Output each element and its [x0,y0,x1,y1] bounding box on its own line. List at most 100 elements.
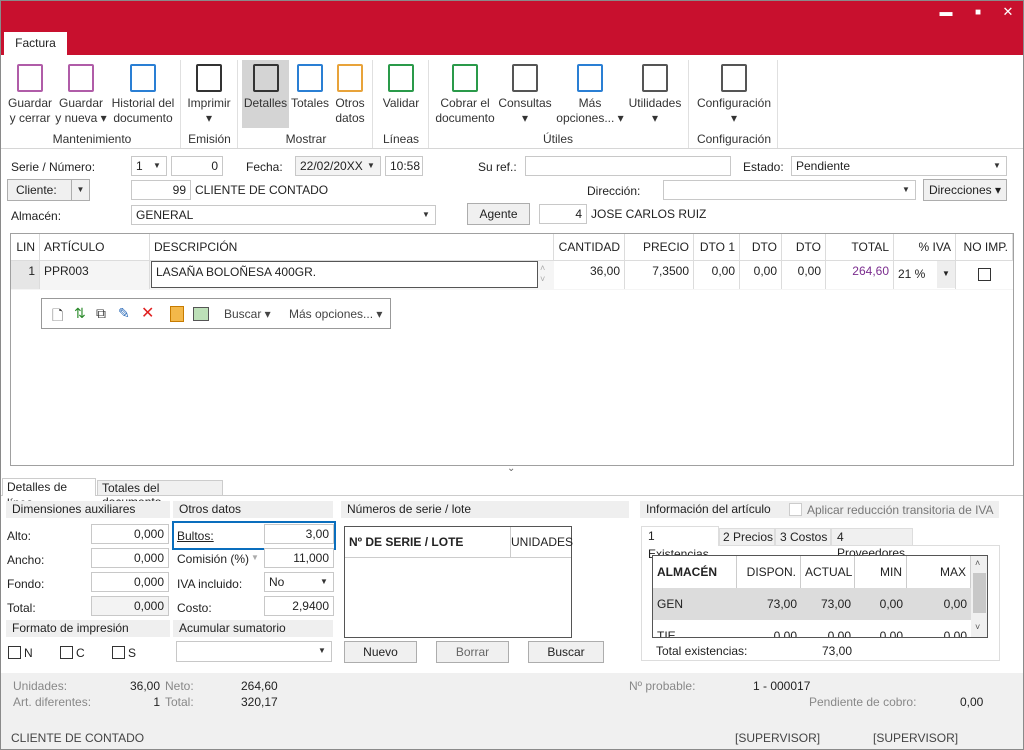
existencias-cell[interactable]: 73,00 [801,588,855,620]
maximize-button[interactable]: ■ [968,7,988,18]
alto-input[interactable]: 0,000 [91,524,169,544]
save-new-button[interactable]: Guardar y nueva ▾ [55,60,107,126]
hora-input[interactable]: 10:58 [385,156,423,176]
utilities-button[interactable]: Utilidades ▾ [626,60,684,126]
collapse-chevron-icon[interactable]: ⌄ [507,463,515,474]
cell-lin[interactable]: 1 [11,261,40,289]
tab-precios[interactable]: 2 Precios [719,528,775,546]
more-options-button[interactable]: Más opciones... ▾ [556,60,624,126]
col-header[interactable]: LIN [11,234,40,261]
fondo-input[interactable]: 0,000 [91,572,169,592]
other-data-button[interactable]: Otros datos [331,60,369,126]
suref-input[interactable] [525,156,731,176]
spinner-icon[interactable]: ˄ ˅ [540,263,545,285]
settings-button[interactable]: Configuración ▾ [694,60,774,126]
mas-opciones-dropdown[interactable]: Más opciones... ▾ [289,307,382,321]
borrar-button[interactable]: Borrar [436,641,509,663]
almacen-select[interactable]: GENERAL ▼ [131,205,436,225]
minimize-button[interactable]: ▬ [936,4,956,19]
col-header[interactable]: DTO 2 [740,234,782,281]
existencias-col-header[interactable]: ALMACÉN [653,556,737,588]
col-header[interactable]: PRECIO [625,234,694,261]
cell-descripcion[interactable]: LASAÑA BOLOÑESA 400GR. [151,261,538,288]
queries-button[interactable]: Consultas ▾ [498,60,552,126]
history-button[interactable]: Historial del documento [108,60,178,126]
numero-input[interactable]: 0 [171,156,223,176]
tab-proveedores[interactable]: 4 Proveedores [831,528,913,560]
estado-select[interactable]: Pendiente ▼ [791,156,1007,176]
nuevo-button[interactable]: Nuevo [344,641,417,663]
delete-icon[interactable]: ✕ [141,303,154,323]
agente-button[interactable]: Agente [467,203,530,225]
existencias-cell[interactable]: 0,00 [855,588,907,620]
cell-cantidad[interactable]: 36,00 [554,261,625,289]
notes-icon[interactable] [170,306,184,322]
insert-line-icon[interactable]: ⇅ [74,305,86,322]
cell-noimp[interactable] [956,261,1013,289]
existencias-col-header[interactable]: DISPON. [737,556,801,588]
totals-button[interactable]: Totales [290,60,330,111]
existencias-cell[interactable]: 0,00 [907,620,971,637]
tab-totales-documento[interactable]: Totales del documento [97,480,223,509]
scrollbar-thumb[interactable] [973,573,986,613]
comision-dropdown[interactable]: ▼ [251,553,259,562]
existencias-cell[interactable]: TIE [653,620,737,637]
fecha-input[interactable]: 22/02/20XX ▼ [295,156,381,176]
scrollbar[interactable]: ˄ ˅ [971,556,987,637]
cell-dto3[interactable]: 0,00 [782,261,826,289]
formato-n-checkbox[interactable] [8,646,21,659]
ancho-input[interactable]: 0,000 [91,548,169,568]
formato-s-checkbox[interactable] [112,646,125,659]
direcciones-button[interactable]: Direcciones ▾ [923,179,1007,201]
tab-existencias[interactable]: 1 Existencias [641,526,719,561]
col-header[interactable]: DESCRIPCIÓN [150,234,554,261]
print-button[interactable]: Imprimir ▾ [184,60,234,126]
tab-detalles-linea[interactable]: Detalles de línea [2,478,96,510]
charge-button[interactable]: Cobrar el documento [432,60,498,126]
formato-c-checkbox[interactable] [60,646,73,659]
cliente-code-input[interactable]: 99 [131,180,191,200]
existencias-cell[interactable]: 0,00 [907,588,971,620]
edit-icon[interactable]: ✎ [118,305,130,322]
bultos-input[interactable]: 3,00 [264,524,334,544]
existencias-cell[interactable]: 0,00 [801,620,855,637]
existencias-cell[interactable]: 0,00 [737,620,801,637]
direccion-select[interactable]: ▼ [663,180,916,200]
cell-dto2[interactable]: 0,00 [740,261,782,289]
save-close-button[interactable]: Guardar y cerrar [6,60,54,126]
close-button[interactable]: ✕ [998,4,1018,20]
existencias-col-header[interactable]: MAX [907,556,971,588]
col-header[interactable]: TOTAL [826,234,894,261]
copy-icon[interactable]: ⧉ [96,305,106,322]
reduccion-iva-checkbox[interactable] [789,503,802,516]
existencias-cell[interactable]: 73,00 [737,588,801,620]
tab-factura[interactable]: Factura [4,32,67,55]
col-header[interactable]: ARTÍCULO [40,234,150,261]
validate-button[interactable]: Validar [378,60,424,111]
cell-dto1[interactable]: 0,00 [694,261,740,289]
image-icon[interactable] [193,307,209,321]
cell-total[interactable]: 264,60 [826,261,894,289]
col-header[interactable]: % IVA [894,234,956,261]
cell-precio[interactable]: 7,3500 [625,261,694,289]
existencias-col-header[interactable]: ACTUAL [801,556,855,588]
col-header[interactable]: DTO 1 [694,234,740,261]
existencias-cell[interactable]: 0,00 [855,620,907,637]
serie-select[interactable]: 1 ▼ [131,156,167,176]
comision-input[interactable]: 11,000 [264,548,334,568]
buscar-dropdown[interactable]: Buscar ▾ [224,307,271,321]
col-header[interactable]: DTO 3 [782,234,826,281]
cell-iva[interactable]: 21 % ▼ [894,261,956,289]
tab-costos[interactable]: 3 Costos [775,528,831,546]
existencias-col-header[interactable]: MIN [855,556,907,588]
noimp-checkbox[interactable] [978,268,991,281]
details-button[interactable]: Detalles [242,60,289,128]
col-header[interactable]: NO IMP. [956,234,1013,261]
cell-articulo[interactable]: PPR003 [40,261,150,289]
costo-input[interactable]: 2,9400 [264,596,334,616]
existencias-cell[interactable]: GEN [653,588,737,620]
cliente-button[interactable]: Cliente: ▼ [7,179,90,201]
new-line-icon[interactable]: 🗋 [52,305,63,329]
buscar-button[interactable]: Buscar [528,641,604,663]
iva-incluido-select[interactable]: No ▼ [264,572,334,592]
